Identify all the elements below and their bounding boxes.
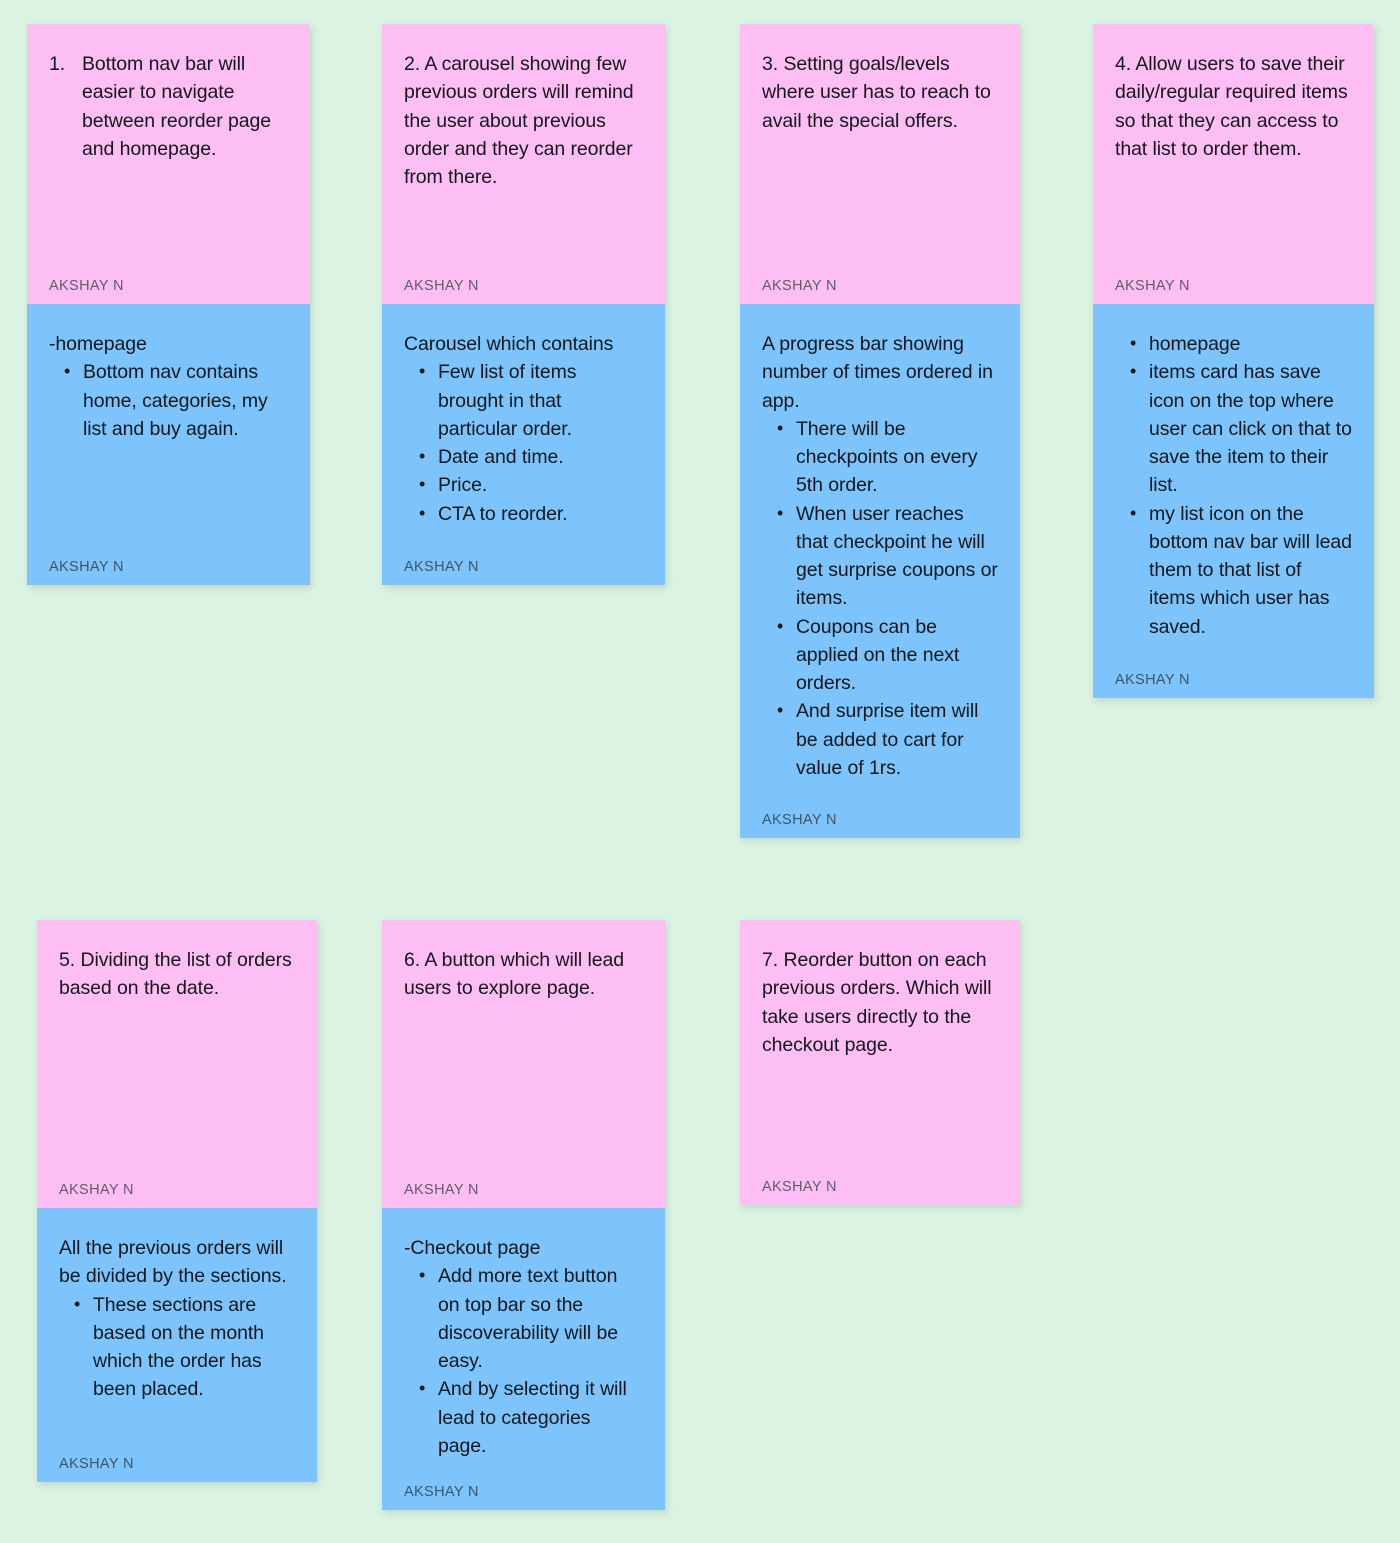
note-pink-1[interactable]: 1. Bottom nav bar will easier to navigate… <box>27 24 310 304</box>
note-bullet-list-4-blue: homepage items card has save icon on the… <box>1115 330 1352 641</box>
note-heading-7: 7. Reorder button on each previous order… <box>762 949 992 1056</box>
note-text-2-blue: Carousel which contains Few list of item… <box>404 330 643 545</box>
note-heading-3: 3. Setting goals/levels where user has t… <box>762 53 991 132</box>
sticky-note-card-1[interactable]: 1. Bottom nav bar will easier to navigate… <box>27 24 310 585</box>
note-bullet-list-3-blue: There will be checkpoints on every 5th o… <box>762 415 998 782</box>
list-item: And by selecting it will lead to categor… <box>419 1375 643 1460</box>
note-blue-2[interactable]: Carousel which contains Few list of item… <box>382 304 665 585</box>
note-text-5-pink: 5. Dividing the list of orders based on … <box>59 946 295 1168</box>
note-blue-3[interactable]: A progress bar showing number of times o… <box>740 304 1020 838</box>
note-blue-1[interactable]: -homepage Bottom nav contains home, cate… <box>27 304 310 585</box>
note-pink-7[interactable]: 7. Reorder button on each previous order… <box>740 920 1020 1205</box>
note-pink-4[interactable]: 4. Allow users to save their daily/regul… <box>1093 24 1374 304</box>
list-item: These sections are based on the month wh… <box>74 1291 295 1404</box>
sticky-note-card-4[interactable]: 4. Allow users to save their daily/regul… <box>1093 24 1374 698</box>
sticky-note-card-5[interactable]: 5. Dividing the list of orders based on … <box>37 920 317 1482</box>
note-heading-5: 5. Dividing the list of orders based on … <box>59 949 292 1000</box>
list-item: Date and time. <box>419 443 643 471</box>
list-item: items card has save icon on the top wher… <box>1130 358 1352 499</box>
note-author-2-blue: AKSHAY N <box>404 559 479 575</box>
note-text-3-pink: 3. Setting goals/levels where user has t… <box>762 50 998 264</box>
note-lead-6-blue: -Checkout page <box>404 1237 541 1259</box>
list-item: my list icon on the bottom nav bar will … <box>1130 500 1352 641</box>
note-author-1-blue: AKSHAY N <box>49 559 124 575</box>
list-item: Bottom nav contains home, categories, my… <box>64 358 288 443</box>
note-heading-2: 2. A carousel showing few previous order… <box>404 53 634 189</box>
note-lead-5-blue: All the previous orders will be divided … <box>59 1237 287 1288</box>
sticky-note-card-6[interactable]: 6. A button which will lead users to exp… <box>382 920 665 1510</box>
note-text-3-blue: A progress bar showing number of times o… <box>762 330 998 798</box>
note-author-6-blue: AKSHAY N <box>404 1484 479 1500</box>
note-blue-5[interactable]: All the previous orders will be divided … <box>37 1208 317 1482</box>
sticky-note-board: 1. Bottom nav bar will easier to navigate… <box>0 0 1400 1543</box>
note-author-4-pink: AKSHAY N <box>1115 278 1190 294</box>
note-blue-4[interactable]: homepage items card has save icon on the… <box>1093 304 1374 698</box>
list-item: Price. <box>419 471 643 499</box>
list-item: Add more text button on top bar so the d… <box>419 1262 643 1375</box>
note-author-1-pink: AKSHAY N <box>49 278 124 294</box>
note-heading-4: 4. Allow users to save their daily/regul… <box>1115 53 1348 160</box>
note-text-1-blue: -homepage Bottom nav contains home, cate… <box>49 330 288 545</box>
note-lead-3-blue: A progress bar showing number of times o… <box>762 333 993 412</box>
note-lead-2-blue: Carousel which contains <box>404 333 614 355</box>
note-bullet-list-6-blue: Add more text button on top bar so the d… <box>404 1262 643 1460</box>
note-text-2-pink: 2. A carousel showing few previous order… <box>404 50 643 264</box>
list-item: There will be checkpoints on every 5th o… <box>777 415 998 500</box>
note-text-4-pink: 4. Allow users to save their daily/regul… <box>1115 50 1352 264</box>
note-text-4-blue: homepage items card has save icon on the… <box>1115 330 1352 658</box>
note-pink-5[interactable]: 5. Dividing the list of orders based on … <box>37 920 317 1208</box>
note-author-3-blue: AKSHAY N <box>762 812 837 828</box>
note-author-5-pink: AKSHAY N <box>59 1182 134 1198</box>
note-author-3-pink: AKSHAY N <box>762 278 837 294</box>
note-text-1-pink: 1. Bottom nav bar will easier to navigate… <box>49 50 288 264</box>
note-number-1: 1. <box>49 53 66 75</box>
note-bullet-list-2-blue: Few list of items brought in that partic… <box>404 358 643 528</box>
note-lead-1-blue: -homepage <box>49 333 147 355</box>
list-item: Coupons can be applied on the next order… <box>777 613 998 698</box>
list-item: When user reaches that checkpoint he wil… <box>777 500 998 613</box>
note-bullet-list-1-blue: Bottom nav contains home, categories, my… <box>49 358 288 443</box>
note-author-5-blue: AKSHAY N <box>59 1456 134 1472</box>
note-heading-1: Bottom nav bar will easier to navigate b… <box>82 53 272 160</box>
note-pink-6[interactable]: 6. A button which will lead users to exp… <box>382 920 665 1208</box>
note-bullet-list-5-blue: These sections are based on the month wh… <box>59 1291 295 1404</box>
list-item: And surprise item will be added to cart … <box>777 697 998 782</box>
sticky-note-card-2[interactable]: 2. A carousel showing few previous order… <box>382 24 665 585</box>
note-text-6-blue: -Checkout page Add more text button on t… <box>404 1234 643 1470</box>
note-pink-2[interactable]: 2. A carousel showing few previous order… <box>382 24 665 304</box>
note-author-7-pink: AKSHAY N <box>762 1179 837 1195</box>
note-text-6-pink: 6. A button which will lead users to exp… <box>404 946 643 1168</box>
note-author-4-blue: AKSHAY N <box>1115 672 1190 688</box>
note-text-5-blue: All the previous orders will be divided … <box>59 1234 295 1442</box>
note-text-7-pink: 7. Reorder button on each previous order… <box>762 946 998 1165</box>
note-pink-3[interactable]: 3. Setting goals/levels where user has t… <box>740 24 1020 304</box>
sticky-note-card-3[interactable]: 3. Setting goals/levels where user has t… <box>740 24 1020 838</box>
note-blue-6[interactable]: -Checkout page Add more text button on t… <box>382 1208 665 1510</box>
list-item: homepage <box>1130 330 1352 358</box>
list-item: Few list of items brought in that partic… <box>419 358 643 443</box>
sticky-note-card-7[interactable]: 7. Reorder button on each previous order… <box>740 920 1020 1205</box>
list-item: CTA to reorder. <box>419 500 643 528</box>
note-author-2-pink: AKSHAY N <box>404 278 479 294</box>
note-heading-6: 6. A button which will lead users to exp… <box>404 949 625 1000</box>
note-author-6-pink: AKSHAY N <box>404 1182 479 1198</box>
